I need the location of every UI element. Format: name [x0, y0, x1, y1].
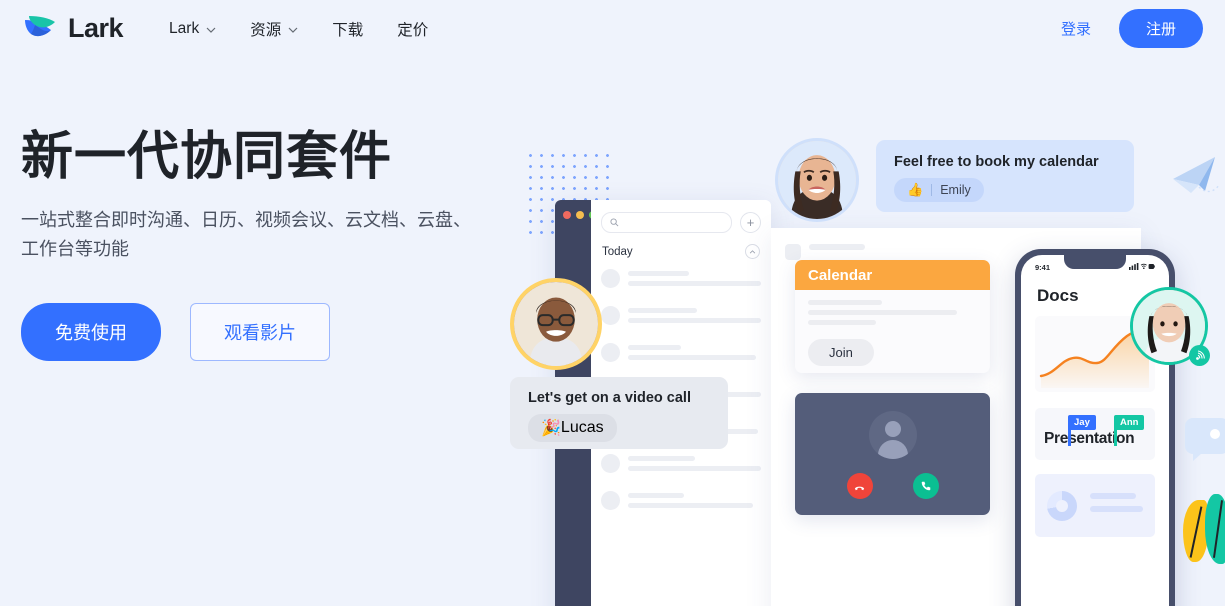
nav-item-lark[interactable]: Lark	[169, 20, 216, 38]
chevron-up-icon[interactable]	[745, 244, 760, 259]
calendar-card-header: Calendar	[795, 260, 990, 290]
minimize-icon[interactable]	[576, 211, 584, 219]
free-trial-button[interactable]: 免费使用	[21, 302, 161, 361]
avatar-emily-photo	[778, 141, 856, 219]
nav-links: Lark 资源 下载 定价	[169, 18, 462, 40]
close-icon[interactable]	[563, 211, 571, 219]
nav-item-resources-label: 资源	[250, 21, 282, 39]
avatar	[785, 244, 801, 260]
calendar-card-body: Join	[795, 290, 990, 366]
avatar-emily	[775, 138, 859, 222]
nav-item-pricing-label: 定价	[397, 21, 429, 39]
status-time: 9:41	[1035, 262, 1051, 272]
video-call-card	[795, 393, 990, 515]
avatar	[601, 454, 620, 473]
speech-bubble-decoration	[1185, 418, 1225, 461]
docs-stats-card	[1035, 474, 1155, 537]
avatar	[601, 269, 620, 288]
decline-call-button[interactable]	[846, 473, 873, 499]
avatar	[601, 306, 620, 325]
lark-logo-icon	[21, 14, 59, 44]
message-placeholder	[809, 244, 865, 260]
avatar-lucas	[510, 278, 602, 370]
chevron-down-icon	[206, 20, 216, 38]
nav-actions: 登录 注册	[1061, 9, 1203, 48]
call-controls	[795, 473, 990, 499]
chat-bubble-emily: Feel free to book my calendar 👍 Emily	[876, 140, 1134, 212]
list-item[interactable]	[601, 491, 761, 513]
panel-message	[785, 244, 865, 260]
login-link[interactable]: 登录	[1061, 18, 1091, 39]
calendar-card-title: Calendar	[808, 266, 873, 284]
search-row: +	[591, 200, 771, 233]
phone-hangup-icon	[854, 486, 865, 490]
brand-logo[interactable]: Lark	[21, 13, 124, 44]
list-item[interactable]	[601, 306, 761, 328]
collab-cursor-ann: Ann	[1114, 415, 1145, 446]
nav-item-lark-label: Lark	[169, 19, 200, 37]
collab-cursor-jay: Jay	[1068, 415, 1096, 446]
party-popper-icon: 🎉	[541, 420, 561, 437]
paper-plane-icon	[1165, 145, 1225, 205]
thumbs-up-icon: 👍	[907, 182, 924, 197]
chevron-down-icon	[288, 20, 298, 38]
chat-bubble-lucas: Let's get on a video call 🎉 Lucas	[510, 377, 728, 449]
search-icon	[610, 218, 619, 227]
top-navbar: Lark Lark 资源 下载 定价 登录 注册	[0, 0, 1225, 57]
collab-tag-ann: Ann	[1114, 415, 1145, 430]
today-label: Today	[602, 245, 633, 258]
join-meeting-button[interactable]: Join	[808, 339, 874, 366]
hero-cta-group: 免费使用 观看影片	[21, 302, 491, 361]
signup-button[interactable]: 注册	[1118, 9, 1203, 48]
document-text: Presentation	[1044, 430, 1135, 447]
accept-call-button[interactable]	[912, 473, 939, 499]
calendar-card: Calendar Join	[795, 260, 990, 373]
nav-item-download[interactable]: 下载	[332, 18, 363, 40]
chat-bubble-emily-text: Feel free to book my calendar	[894, 154, 1099, 170]
reaction-chip-lucas[interactable]: 🎉 Lucas	[528, 414, 617, 442]
hero-section: 新一代协同套件 一站式整合即时沟通、日历、视频会议、云文档、云盘、工作台等功能 …	[21, 128, 491, 361]
presentation-doc-card: Presentation Jay Ann	[1035, 408, 1155, 460]
page-title: 新一代协同套件	[21, 128, 393, 186]
brand-name: Lark	[68, 13, 124, 43]
nav-item-download-label: 下载	[332, 21, 364, 39]
live-audio-icon	[1189, 345, 1210, 366]
chat-bubble-lucas-text: Let's get on a video call	[528, 390, 691, 406]
status-icons	[1129, 262, 1155, 272]
stats-placeholder-lines	[1090, 492, 1143, 519]
watch-video-button[interactable]: 观看影片	[190, 302, 330, 361]
hero-illustration: + Today Calendar Join Feel free to book …	[505, 100, 1225, 606]
collab-tag-jay: Jay	[1068, 415, 1096, 430]
caller-avatar-placeholder	[868, 411, 917, 459]
landing-page: Lark Lark 资源 下载 定价 登录 注册 新一代协同套件 一站式整合即时…	[0, 0, 1225, 606]
avatar-lucas-photo	[514, 282, 598, 366]
list-item[interactable]	[601, 343, 761, 365]
divider	[931, 184, 933, 196]
list-item[interactable]	[601, 454, 761, 476]
nav-item-pricing[interactable]: 定价	[397, 18, 428, 40]
phone-icon	[921, 481, 930, 491]
today-section-header: Today	[591, 233, 771, 259]
avatar	[601, 343, 620, 362]
reaction-name-lucas: Lucas	[560, 419, 604, 436]
reaction-name-emily: Emily	[940, 183, 971, 197]
nav-item-resources[interactable]: 资源	[250, 18, 298, 40]
search-input[interactable]	[601, 212, 732, 233]
avatar	[601, 491, 620, 510]
hero-subtitle: 一站式整合即时沟通、日历、视频会议、云文档、云盘、工作台等功能	[21, 210, 471, 260]
reaction-chip-emily[interactable]: 👍 Emily	[894, 178, 984, 202]
phone-notch	[1064, 255, 1126, 269]
list-item[interactable]	[601, 269, 761, 291]
donut-chart	[1047, 490, 1077, 521]
add-chat-button[interactable]: +	[740, 212, 761, 233]
